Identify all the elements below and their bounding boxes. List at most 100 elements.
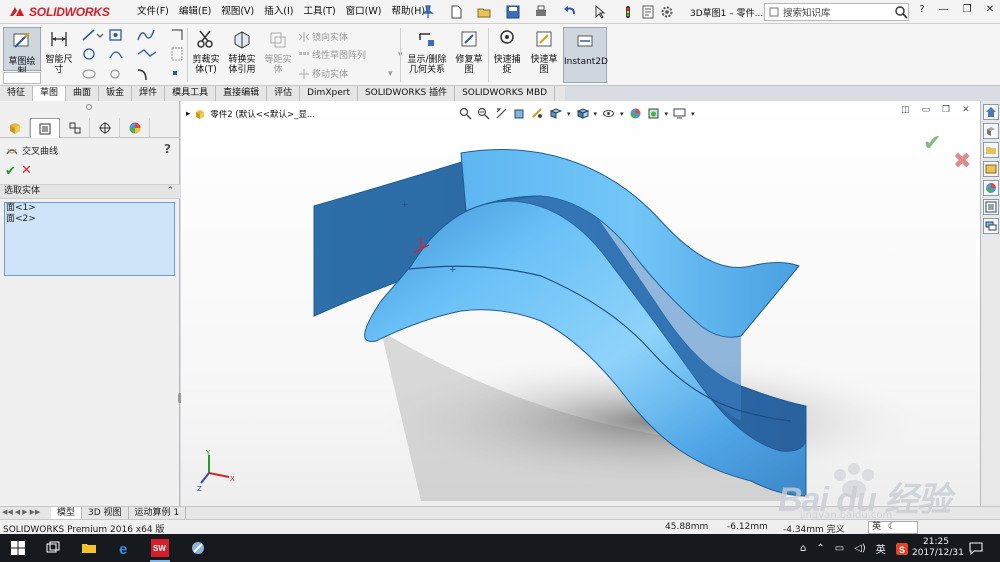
- tab-display-manager[interactable]: [120, 118, 150, 138]
- offset-entities-button[interactable]: 等距实 体: [261, 26, 295, 84]
- restore-button[interactable]: ❐: [963, 4, 972, 15]
- sw-resources-icon[interactable]: [983, 104, 999, 120]
- cancel-x-icon[interactable]: ✕: [21, 163, 32, 178]
- task-view-icon[interactable]: [45, 540, 61, 556]
- search-input[interactable]: 搜索知识库: [783, 5, 890, 19]
- select-arrow-icon[interactable]: [592, 4, 608, 20]
- help-button[interactable]: ?: [919, 4, 924, 15]
- battery-icon[interactable]: ▭: [835, 543, 844, 554]
- tab-property-manager[interactable]: [30, 118, 60, 138]
- minimize-button[interactable]: —: [939, 4, 949, 15]
- dynamic-annotation-icon[interactable]: [531, 107, 544, 120]
- chevron-right-icon[interactable]: ▸: [186, 109, 190, 119]
- undo-icon[interactable]: [562, 4, 578, 20]
- tab-configuration-manager[interactable]: [60, 118, 90, 138]
- tab-solidworks-addins[interactable]: SOLIDWORKS 插件: [357, 86, 456, 101]
- file-explorer-taskbar-icon[interactable]: [81, 540, 97, 556]
- view-palette-icon[interactable]: [983, 161, 999, 177]
- quick-snaps-button[interactable]: 快速捕 捉: [490, 26, 524, 84]
- forum-icon[interactable]: [983, 218, 999, 234]
- mirror-entities-button[interactable]: 镜向实体: [298, 30, 348, 43]
- people-icon[interactable]: ⌂: [800, 543, 806, 554]
- tab-direct-editing[interactable]: 直接编辑: [216, 86, 268, 101]
- flyout-tree[interactable]: ▸ 零件2 (默认<<默认>_显...: [186, 108, 315, 120]
- confirm-corner-cancel-icon[interactable]: ✖: [953, 149, 971, 174]
- volume-icon[interactable]: ◁): [854, 543, 866, 554]
- panel-grip-icon[interactable]: [86, 104, 92, 110]
- sketch-button[interactable]: 草图绘 制: [3, 27, 41, 77]
- chevron-down-icon[interactable]: ▾: [388, 69, 393, 79]
- search-knowledge-base[interactable]: 搜索知识库: [764, 3, 909, 21]
- selection-section-header[interactable]: 选取实体 ⌃: [0, 184, 180, 199]
- last-tab-icon[interactable]: ▶▶: [30, 508, 41, 516]
- tab-dimxpert[interactable]: DimXpert: [300, 86, 358, 101]
- system-clock[interactable]: 21:25 2017/12/31: [912, 537, 964, 559]
- file-properties-icon[interactable]: [640, 4, 656, 20]
- open-folder-icon[interactable]: [476, 4, 492, 20]
- chevron-down-icon[interactable]: ▾: [665, 110, 669, 118]
- list-item[interactable]: 面<1>: [5, 203, 174, 214]
- tab-mold-tools[interactable]: 模具工具: [165, 86, 217, 101]
- custom-properties-icon[interactable]: [983, 199, 999, 215]
- trim-entities-button[interactable]: 剪裁实 体(T): [189, 26, 223, 84]
- menu-view[interactable]: 视图(V): [216, 5, 259, 19]
- pm-help-button[interactable]: ?: [164, 142, 171, 156]
- print-icon[interactable]: [533, 4, 549, 20]
- tab-feature-manager[interactable]: [0, 118, 30, 138]
- edge-browser-icon[interactable]: e: [117, 540, 133, 556]
- move-entities-button[interactable]: 移动实体 ▾: [298, 67, 393, 80]
- instant2d-button[interactable]: Instant2D: [563, 27, 608, 83]
- chevron-down-icon[interactable]: ▾: [567, 110, 571, 118]
- tab-weldments[interactable]: 焊件: [132, 86, 166, 101]
- linear-pattern-button[interactable]: 线性草图阵列 ▾: [298, 48, 403, 61]
- file-explorer-icon[interactable]: [983, 142, 999, 158]
- sogou-ime-icon[interactable]: S: [895, 542, 908, 555]
- prev-tab-icon[interactable]: ◀: [15, 508, 20, 516]
- chevron-down-icon[interactable]: ▾: [691, 110, 695, 118]
- menu-tools[interactable]: 工具(T): [298, 5, 340, 19]
- document-close-icon[interactable]: ✕: [962, 105, 970, 115]
- sketch-entity-tools[interactable]: [80, 28, 185, 84]
- ime-indicator[interactable]: 英 ☾: [868, 521, 918, 534]
- chevron-up-icon[interactable]: ⌃: [166, 185, 174, 198]
- repair-sketch-button[interactable]: 修复草 图: [452, 26, 486, 84]
- list-item[interactable]: 面<2>: [5, 214, 174, 225]
- apply-scene-icon[interactable]: [647, 107, 660, 120]
- app-taskbar-icon[interactable]: [190, 540, 206, 556]
- options-gear-icon[interactable]: [659, 4, 675, 20]
- first-tab-icon[interactable]: ◀◀: [2, 508, 13, 516]
- chevron-up-icon[interactable]: ⌃: [816, 543, 824, 554]
- menu-window[interactable]: 窗口(W): [341, 5, 387, 19]
- smart-dimension-button[interactable]: 智能尺 寸: [42, 26, 76, 84]
- graphics-area[interactable]: + + ▸ 零件2 (默认<<默认>_显... ▾ ▾ ▾ ▾ ▾ ◫ ▭ ❐ …: [181, 101, 980, 506]
- solidworks-logo[interactable]: SOLIDWORKS: [8, 4, 110, 20]
- tile-window-icon[interactable]: ◫: [901, 105, 910, 115]
- document-minimize-icon[interactable]: ▭: [922, 105, 931, 115]
- ok-check-icon[interactable]: ✔: [5, 164, 16, 179]
- close-button[interactable]: ✕: [986, 4, 994, 15]
- tab-sheet-metal[interactable]: 钣金: [99, 86, 133, 101]
- windows-start-icon[interactable]: [10, 540, 26, 556]
- save-icon[interactable]: [505, 4, 521, 20]
- previous-view-icon[interactable]: [495, 107, 508, 120]
- menu-edit[interactable]: 编辑(E): [174, 5, 216, 19]
- design-library-icon[interactable]: [983, 123, 999, 139]
- tab-sketch[interactable]: 草图: [33, 86, 67, 101]
- next-tab-icon[interactable]: ▶: [22, 508, 27, 516]
- selection-list[interactable]: 面<1> 面<2>: [4, 202, 175, 276]
- zoom-to-fit-icon[interactable]: [459, 107, 472, 120]
- display-delete-relations-button[interactable]: 显示/删除 几何关系: [404, 26, 450, 84]
- chevron-down-icon[interactable]: ▾: [594, 110, 598, 118]
- confirm-corner-ok-icon[interactable]: ✔: [923, 131, 941, 156]
- tab-features[interactable]: 特征: [0, 86, 34, 101]
- appearances-scenes-icon[interactable]: [983, 180, 999, 196]
- document-restore-icon[interactable]: ❐: [942, 105, 950, 115]
- rebuild-icon[interactable]: [620, 4, 636, 20]
- 3d-surface-model[interactable]: + +: [181, 101, 980, 506]
- view-orientation-icon[interactable]: [549, 107, 562, 120]
- sketch-dropdown[interactable]: [3, 72, 41, 84]
- notification-center-icon[interactable]: [968, 540, 984, 556]
- chevron-down-icon[interactable]: ▾: [620, 110, 624, 118]
- menu-file[interactable]: 文件(F): [132, 5, 174, 19]
- search-icon[interactable]: [894, 5, 908, 19]
